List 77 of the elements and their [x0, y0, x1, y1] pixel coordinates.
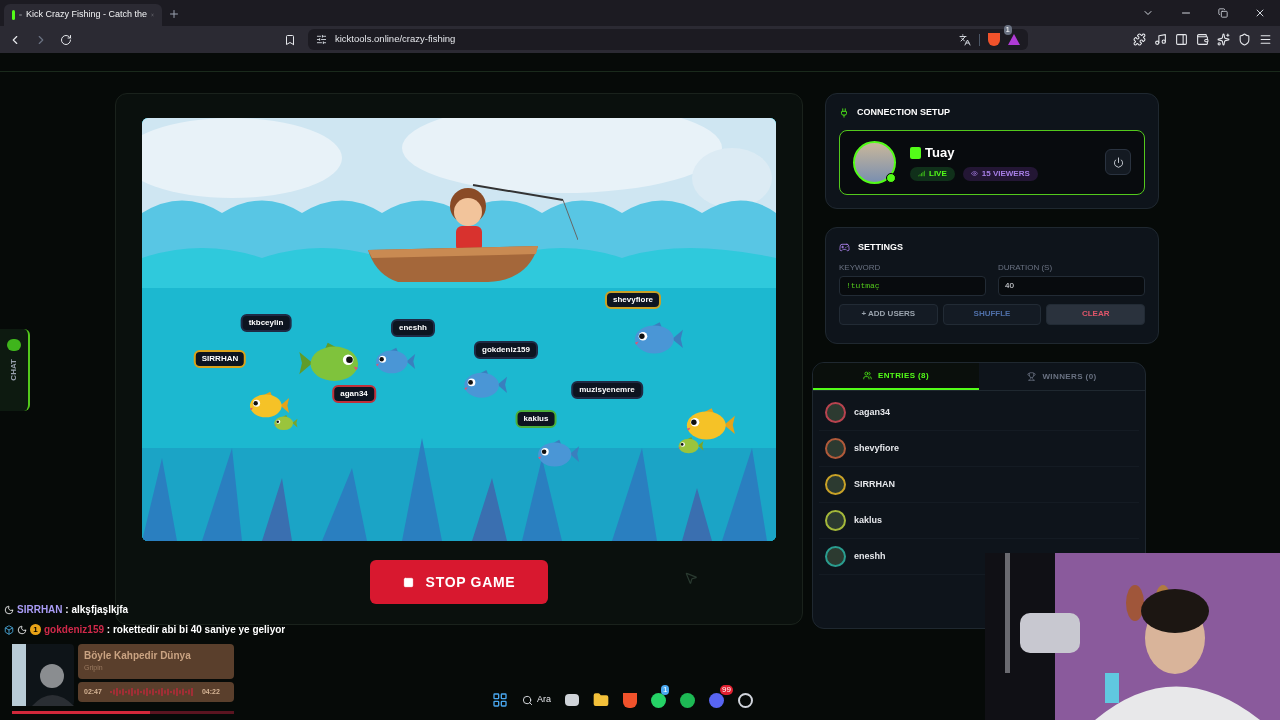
player-tag: muzisyenemre [571, 381, 643, 399]
start-icon[interactable] [492, 692, 508, 708]
stop-game-button[interactable]: STOP GAME [370, 560, 548, 604]
sidebar-icon[interactable] [1175, 33, 1188, 46]
field-label: DURATION (S) [998, 262, 1054, 272]
cursor-icon [684, 571, 698, 585]
app-icon[interactable] [738, 692, 753, 708]
kick-logo-icon [910, 147, 921, 159]
keyword-field[interactable]: !tutmaç [839, 275, 986, 296]
shield-count: 1 [1003, 25, 1012, 35]
url-text: kicktools.online/crazy-fishing [335, 32, 456, 47]
music-icon[interactable] [1154, 33, 1167, 46]
restore-icon[interactable] [1218, 8, 1228, 18]
chat-message: gokdeniz159 : rokettedir abi bi 40 saniye ye geliyor [44, 623, 286, 637]
add-button[interactable]: + ADD USERS [839, 303, 938, 325]
translate-icon[interactable] [959, 33, 971, 46]
chat-label: CHAT [8, 359, 19, 381]
viewers-badge: 15 VIEWERS [962, 166, 1038, 181]
stop-icon [402, 576, 414, 588]
power-button[interactable] [1105, 149, 1131, 175]
power-icon [1112, 156, 1124, 168]
waveform-icon [109, 687, 194, 697]
tab[interactable]: ENTRIES (8) [813, 363, 979, 390]
entry-name: eneshh [854, 549, 886, 563]
reload-icon[interactable] [60, 33, 72, 46]
entry-name: SIRRHAN [854, 477, 895, 491]
tab-title: Kick Crazy Fishing - Catch the [25, 8, 147, 22]
browser-tab[interactable]: Kick Crazy Fishing - Catch the [4, 4, 162, 26]
entry-name: cagan34 [854, 405, 891, 419]
moon-icon [17, 624, 27, 635]
extensions-icon[interactable] [1133, 33, 1146, 46]
eye-icon [970, 170, 978, 178]
player-tag: shevyfiore [605, 291, 661, 309]
entry-name: kaklus [854, 513, 883, 527]
users-icon [862, 371, 872, 380]
section-title: SETTINGS [858, 241, 903, 254]
chat-message: SIRRHAN : alkşfjaşlkjfa [17, 603, 129, 617]
site-settings-icon[interactable] [316, 34, 327, 45]
channel-name: Tuay [925, 144, 955, 163]
bookmark-icon[interactable] [284, 33, 296, 46]
notification-badge: 1 [661, 684, 670, 695]
taskbar-search[interactable]: Ara [537, 693, 551, 707]
moon-icon [4, 604, 14, 615]
live-badge: LIVE [910, 166, 955, 181]
field-label: KEYWORD [839, 262, 882, 272]
sparkle-icon[interactable] [1217, 33, 1230, 46]
kick-logo-icon [12, 10, 15, 20]
player-tag: SIRRHAN [193, 350, 247, 368]
plug-icon [839, 107, 849, 118]
entry-name: shevyfiore [854, 441, 900, 455]
new-tab-icon[interactable] [168, 8, 180, 20]
player-tag: kaklus [515, 410, 557, 428]
chat-tab[interactable]: CHAT [0, 329, 30, 411]
menu-icon[interactable] [1259, 33, 1272, 46]
chat-bubble-icon [7, 339, 21, 351]
clear-button[interactable]: CLEAR [1046, 303, 1145, 325]
gamepad-icon [839, 242, 850, 254]
wallet-icon[interactable] [1196, 33, 1209, 46]
player-tag: gokdeniz159 [474, 341, 538, 359]
player-tag: agan34 [332, 385, 376, 403]
player-tag: eneshh [391, 319, 435, 337]
player-tag: tkbceylin [240, 314, 292, 332]
close-icon[interactable] [1254, 7, 1266, 19]
task-view-icon[interactable] [565, 694, 579, 706]
rewards-icon[interactable] [1008, 34, 1020, 45]
folder-icon[interactable] [593, 692, 609, 708]
notification-badge: 99 [720, 684, 733, 695]
search-icon[interactable] [522, 694, 533, 706]
track-title: Böyle Kahpedir Dünya [84, 649, 192, 663]
signal-icon [918, 170, 925, 178]
coin-badge: 1 [30, 624, 41, 635]
tab[interactable]: WINNERS (0) [979, 363, 1145, 390]
cube-icon [4, 624, 14, 635]
section-title: CONNECTION SETUP [857, 106, 950, 119]
trophy-icon [1027, 372, 1037, 381]
duration-field[interactable]: 40 [998, 275, 1145, 296]
shield-icon[interactable] [1238, 33, 1251, 46]
